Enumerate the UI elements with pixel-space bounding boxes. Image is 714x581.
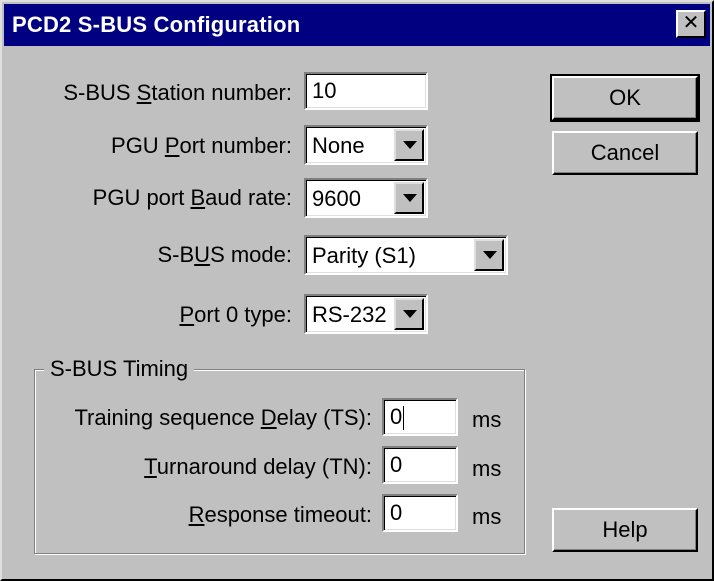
cancel-button[interactable]: Cancel: [552, 131, 698, 175]
label-accelerator: P: [179, 302, 195, 327]
text-caret: [403, 406, 405, 431]
help-button[interactable]: Help: [552, 508, 698, 552]
label-text: urnaround delay (TN):: [156, 454, 372, 479]
label-text: PGU: [111, 133, 165, 158]
sbus-timing-group-title: S-BUS Timing: [44, 356, 195, 382]
training-delay-value: 0: [390, 404, 403, 429]
turnaround-delay-label: Turnaround delay (TN):: [144, 454, 372, 480]
turnaround-delay-input[interactable]: 0: [382, 446, 458, 484]
station-number-input[interactable]: 10: [304, 72, 428, 110]
label-text: aud rate:: [205, 185, 292, 210]
chevron-down-icon[interactable]: [474, 239, 504, 271]
training-delay-unit: ms: [472, 407, 502, 432]
label-text: PGU port: [92, 185, 191, 210]
chevron-down-icon[interactable]: [394, 298, 424, 330]
response-timeout-unit: ms: [472, 504, 502, 529]
label-text: S-B: [157, 242, 195, 267]
port0-type-value: RS-232: [312, 302, 387, 327]
label-text: S-BUS: [63, 80, 137, 105]
label-text: S mode:: [210, 242, 292, 267]
label-text: Training sequence: [74, 405, 261, 430]
label-text: tation number:: [151, 80, 292, 105]
label-accelerator: T: [144, 454, 157, 479]
ok-button[interactable]: OK: [550, 74, 700, 122]
pgu-port-number-label: PGU Port number:: [111, 133, 292, 159]
label-text: elay (TS):: [276, 405, 372, 430]
training-delay-label: Training sequence Delay (TS):: [74, 405, 372, 431]
label-text: ort number:: [179, 133, 293, 158]
baud-rate-select[interactable]: 9600: [304, 178, 428, 218]
sbus-mode-value: Parity (S1): [312, 243, 416, 268]
turnaround-delay-unit: ms: [472, 456, 502, 481]
label-accelerator: D: [260, 405, 277, 430]
window-title: PCD2 S-BUS Configuration: [12, 12, 301, 37]
pgu-port-number-value: None: [312, 133, 365, 158]
dialog-window: PCD2 S-BUS Configuration ✕ S-BUS Station…: [0, 0, 714, 581]
label-accelerator: U: [194, 242, 211, 267]
title-bar[interactable]: PCD2 S-BUS Configuration ✕: [4, 4, 710, 46]
label-accelerator: R: [188, 502, 205, 527]
label-text: esponse timeout:: [204, 502, 372, 527]
baud-rate-label: PGU port Baud rate:: [93, 185, 292, 211]
chevron-down-icon[interactable]: [394, 182, 424, 214]
label-text: ort 0 type:: [194, 302, 292, 327]
chevron-down-icon[interactable]: [394, 129, 424, 161]
label-accelerator: B: [190, 185, 206, 210]
response-timeout-label: Response timeout:: [189, 502, 372, 528]
label-accelerator: P: [164, 133, 180, 158]
close-icon[interactable]: ✕: [676, 10, 706, 38]
label-accelerator: S: [136, 80, 152, 105]
response-timeout-input[interactable]: 0: [382, 494, 458, 532]
port0-type-select[interactable]: RS-232: [304, 294, 428, 334]
training-delay-input[interactable]: 0: [382, 398, 458, 436]
sbus-mode-select[interactable]: Parity (S1): [304, 235, 508, 275]
sbus-mode-label: S-BUS mode:: [157, 242, 292, 268]
baud-rate-value: 9600: [312, 186, 361, 211]
pgu-port-number-select[interactable]: None: [304, 125, 428, 165]
port0-type-label: Port 0 type:: [179, 302, 292, 328]
station-number-label: S-BUS Station number:: [63, 80, 292, 106]
